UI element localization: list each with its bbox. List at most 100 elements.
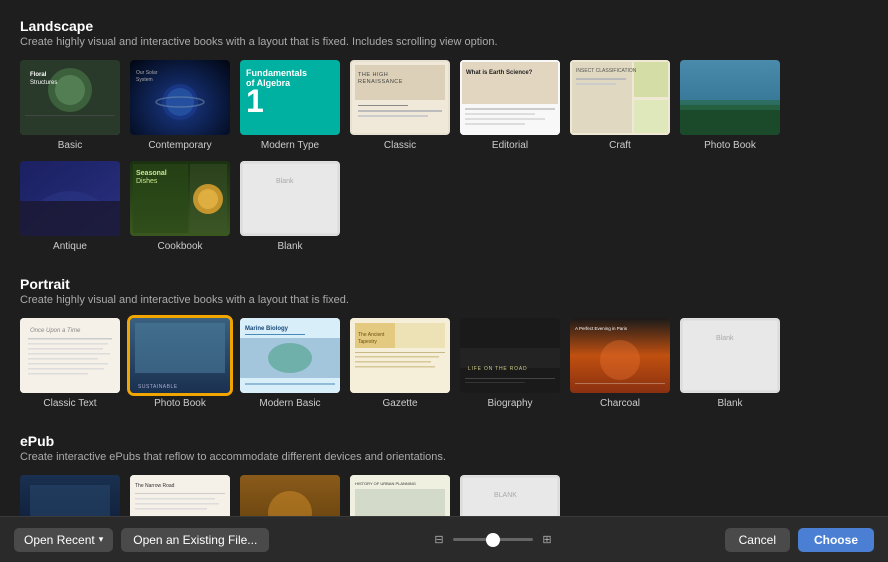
template-biography-label: Biography xyxy=(487,398,532,409)
template-blank-p[interactable]: Blank Blank xyxy=(680,318,780,409)
template-photo-book-l-label: Photo Book xyxy=(704,140,756,151)
template-classic[interactable]: THE HIGH RENAISSANCE Classic xyxy=(350,60,450,151)
svg-text:Tapestry: Tapestry xyxy=(358,339,377,345)
template-charcoal-thumb: A Perfect Evening in Paris xyxy=(570,318,670,393)
epub-title: ePub xyxy=(20,433,868,449)
cancel-button[interactable]: Cancel xyxy=(725,528,790,552)
svg-text:Dishes: Dishes xyxy=(136,178,158,185)
svg-text:LIFE ON THE ROAD: LIFE ON THE ROAD xyxy=(468,366,527,372)
template-photo-book-l-thumb xyxy=(680,60,780,135)
svg-text:HISTORY OF URBAN PLANNING: HISTORY OF URBAN PLANNING xyxy=(355,481,416,486)
template-epub-5[interactable]: BLANK Blank xyxy=(460,475,560,516)
template-classic-text-label: Classic Text xyxy=(43,398,96,409)
template-blank-l-thumb: Blank xyxy=(240,161,340,236)
template-modern-type[interactable]: Fundamentals of Algebra 1 Modern Type xyxy=(240,60,340,151)
template-blank-p-thumb: Blank xyxy=(680,318,780,393)
basic-preview: Floral Structures xyxy=(20,60,120,135)
template-classic-label: Classic xyxy=(384,140,416,151)
svg-text:1: 1 xyxy=(246,83,264,119)
template-epub-3-thumb xyxy=(240,475,340,516)
template-editorial[interactable]: What is Earth Science? Editorial xyxy=(460,60,560,151)
portrait-section: Portrait Create highly visual and intera… xyxy=(20,276,868,409)
template-cookbook-thumb: Seasonal Dishes xyxy=(130,161,230,236)
zoom-control: ⊟ ⊞ xyxy=(431,532,555,548)
open-recent-button[interactable]: Open Recent ▾ xyxy=(14,528,113,552)
template-modern-basic[interactable]: Marine Biology Modern Basic xyxy=(240,318,340,409)
template-antique[interactable]: Antique xyxy=(20,161,120,252)
template-epub-4-thumb: HISTORY OF URBAN PLANNING xyxy=(350,475,450,516)
zoom-slider[interactable] xyxy=(453,538,533,541)
choose-button[interactable]: Choose xyxy=(798,528,874,552)
bottom-toolbar: Open Recent ▾ Open an Existing File... ⊟… xyxy=(0,516,888,562)
template-photo-book-p[interactable]: SUSTAINABLE Photo Book xyxy=(130,318,230,409)
template-classic-thumb: THE HIGH RENAISSANCE xyxy=(350,60,450,135)
template-modern-basic-label: Modern Basic xyxy=(259,398,320,409)
svg-text:Structures: Structures xyxy=(30,80,57,86)
epub-desc: Create interactive ePubs that reflow to … xyxy=(20,451,868,463)
landscape-grid: Floral Structures Basic Our Solar System xyxy=(20,60,868,252)
template-basic[interactable]: Floral Structures Basic xyxy=(20,60,120,151)
template-cookbook[interactable]: Seasonal Dishes Cookbook xyxy=(130,161,230,252)
template-contemporary[interactable]: Our Solar System Contemporary xyxy=(130,60,230,151)
template-epub-4[interactable]: HISTORY OF URBAN PLANNING History of Urb… xyxy=(350,475,450,516)
open-recent-label: Open Recent xyxy=(24,533,95,547)
template-epub-1-thumb xyxy=(20,475,120,516)
svg-text:Blank: Blank xyxy=(716,335,734,342)
template-epub-3[interactable] xyxy=(240,475,340,516)
template-contemporary-thumb: Our Solar System xyxy=(130,60,230,135)
landscape-title: Landscape xyxy=(20,18,868,34)
landscape-desc: Create highly visual and interactive boo… xyxy=(20,36,868,48)
template-gazette-label: Gazette xyxy=(382,398,417,409)
svg-text:Marine Biology: Marine Biology xyxy=(245,326,289,332)
svg-text:Floral: Floral xyxy=(30,72,47,78)
template-epub-1[interactable] xyxy=(20,475,120,516)
svg-text:Fundamentals: Fundamentals xyxy=(246,68,307,78)
open-recent-chevron-icon: ▾ xyxy=(99,534,104,545)
svg-text:BLANK: BLANK xyxy=(494,492,517,499)
zoom-out-icon: ⊟ xyxy=(431,532,447,548)
template-modern-type-thumb: Fundamentals of Algebra 1 xyxy=(240,60,340,135)
portrait-title: Portrait xyxy=(20,276,868,292)
template-epub-2[interactable]: The Narrow Road The Narrow Road xyxy=(130,475,230,516)
template-photo-book-p-thumb: SUSTAINABLE xyxy=(130,318,230,393)
svg-text:SUSTAINABLE: SUSTAINABLE xyxy=(138,384,178,390)
portrait-grid: Once Upon a Time Classic Text xyxy=(20,318,868,409)
template-cookbook-label: Cookbook xyxy=(157,241,202,252)
choose-label: Choose xyxy=(814,533,858,547)
template-photo-book-l[interactable]: Photo Book xyxy=(680,60,780,151)
template-craft-thumb: INSECT CLASSIFICATION xyxy=(570,60,670,135)
svg-text:Blank: Blank xyxy=(276,178,294,185)
template-modern-basic-thumb: Marine Biology xyxy=(240,318,340,393)
template-blank-l-label: Blank xyxy=(277,241,302,252)
template-basic-thumb: Floral Structures xyxy=(20,60,120,135)
template-modern-type-label: Modern Type xyxy=(261,140,319,151)
template-epub-2-thumb: The Narrow Road xyxy=(130,475,230,516)
open-existing-label: Open an Existing File... xyxy=(133,533,257,547)
svg-text:A Perfect Evening in Paris: A Perfect Evening in Paris xyxy=(575,326,628,331)
svg-text:RENAISSANCE: RENAISSANCE xyxy=(358,79,403,85)
svg-text:The Ancient: The Ancient xyxy=(358,332,385,338)
open-existing-button[interactable]: Open an Existing File... xyxy=(121,528,269,552)
template-charcoal-label: Charcoal xyxy=(600,398,640,409)
template-basic-label: Basic xyxy=(58,140,82,151)
template-biography[interactable]: LIFE ON THE ROAD Biography xyxy=(460,318,560,409)
svg-text:Our Solar: Our Solar xyxy=(136,70,158,76)
epub-section: ePub Create interactive ePubs that reflo… xyxy=(20,433,868,516)
template-antique-thumb xyxy=(20,161,120,236)
template-charcoal[interactable]: A Perfect Evening in Paris Charcoal xyxy=(570,318,670,409)
svg-text:What is Earth Science?: What is Earth Science? xyxy=(466,70,533,76)
template-contemporary-label: Contemporary xyxy=(148,140,211,151)
main-content: Landscape Create highly visual and inter… xyxy=(0,0,888,516)
cancel-label: Cancel xyxy=(739,533,776,547)
svg-text:INSECT CLASSIFICATION: INSECT CLASSIFICATION xyxy=(576,68,637,74)
template-biography-thumb: LIFE ON THE ROAD xyxy=(460,318,560,393)
portrait-desc: Create highly visual and interactive boo… xyxy=(20,294,868,306)
template-photo-book-p-label: Photo Book xyxy=(154,398,206,409)
template-gazette[interactable]: The Ancient Tapestry Gazette xyxy=(350,318,450,409)
template-craft-label: Craft xyxy=(609,140,631,151)
svg-text:Once Upon a Time: Once Upon a Time xyxy=(30,328,81,334)
template-craft[interactable]: INSECT CLASSIFICATION Craft xyxy=(570,60,670,151)
template-blank-l[interactable]: Blank Blank xyxy=(240,161,340,252)
template-classic-text[interactable]: Once Upon a Time Classic Text xyxy=(20,318,120,409)
svg-text:THE HIGH: THE HIGH xyxy=(358,72,388,78)
